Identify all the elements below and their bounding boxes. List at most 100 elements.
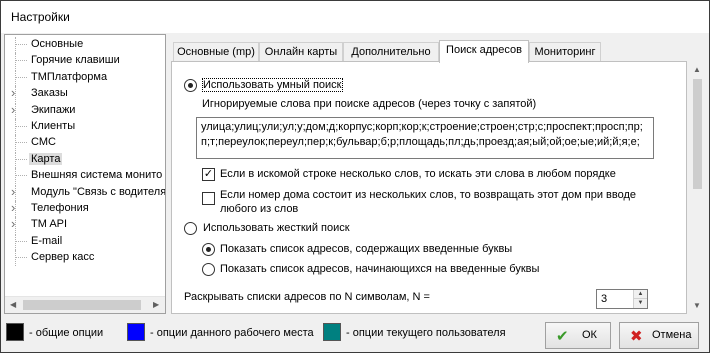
common-options-swatch xyxy=(6,323,24,341)
starts-with-radio[interactable] xyxy=(202,263,215,276)
strict-search-label: Использовать жесткий поиск xyxy=(203,222,350,234)
starts-with-label: Показать список адресов, начинающихся на… xyxy=(220,263,540,275)
checkmark-icon: ✔ xyxy=(556,328,569,345)
tree-connector xyxy=(15,151,16,168)
tab-online-maps[interactable]: Онлайн карты xyxy=(259,42,343,62)
tree-item-label: Основные xyxy=(31,38,84,50)
tree-connector xyxy=(15,240,27,242)
scroll-up-icon[interactable]: ▲ xyxy=(693,65,701,74)
tree-item[interactable]: › Заказы xyxy=(5,85,163,103)
contains-letters-radio[interactable] xyxy=(202,243,215,256)
expand-n-spinner[interactable]: 3 ▲ ▼ xyxy=(596,289,648,309)
user-options-label: - опции текущего пользователя xyxy=(346,327,506,339)
ok-button[interactable]: ✔ ОК xyxy=(545,322,611,349)
smart-search-label: Использовать умный поиск xyxy=(202,78,343,92)
tree-connector xyxy=(15,257,27,259)
expand-n-label: Раскрывать списки адресов по N символам,… xyxy=(184,291,430,303)
scroll-left-icon[interactable]: ◀ xyxy=(10,300,16,309)
settings-window: Настройки Основные Горячие клавиши ТМПлатф… xyxy=(0,0,710,353)
spinner-buttons: ▲ ▼ xyxy=(633,290,647,308)
tree-item-label: Экипажи xyxy=(31,103,76,116)
tree-item[interactable]: Сервер касс xyxy=(5,250,163,267)
content-vertical-scrollbar[interactable]: ▲ ▼ xyxy=(689,61,706,314)
expand-chevron-icon[interactable]: › xyxy=(11,101,16,117)
tree-item[interactable]: E-mail xyxy=(5,233,163,250)
tree-item[interactable]: › Телефония xyxy=(5,200,163,217)
tree-item[interactable]: Горячие клавиши xyxy=(5,53,163,70)
smart-search-radio[interactable] xyxy=(184,79,197,92)
tree-item-label: СМС xyxy=(31,136,56,149)
workplace-options-swatch xyxy=(127,323,145,341)
address-search-tab-content: Использовать умный поиск Игнорируемые сл… xyxy=(171,61,687,314)
tree-item-label: Горячие клавиши xyxy=(31,54,120,67)
tree-connector xyxy=(15,53,16,70)
tree-item[interactable]: ТМПлатформа xyxy=(5,69,163,86)
tab-additional[interactable]: Дополнительно xyxy=(343,42,439,62)
tree-item-label: E-mail xyxy=(31,234,63,247)
expand-chevron-icon[interactable]: › xyxy=(11,183,16,199)
vertical-scroll-thumb[interactable] xyxy=(693,79,702,189)
tree-connector xyxy=(15,233,16,250)
tree-connector xyxy=(15,44,27,45)
tree-connector xyxy=(15,119,16,135)
tree-item[interactable]: › Модуль "Связь с водителя xyxy=(5,183,166,201)
tree-item-label: TM API xyxy=(31,218,68,231)
tree-horizontal-scrollbar[interactable]: ◀ ▶ xyxy=(5,296,165,313)
tree-connector xyxy=(15,60,27,62)
expand-chevron-icon[interactable]: › xyxy=(11,85,16,101)
tree-connector xyxy=(15,142,27,144)
settings-tree: Основные Горячие клавиши ТМПлатформа › Заказ… xyxy=(4,34,166,314)
ignored-words-input[interactable]: улица;улиц;ули;ул;у;дом;д;корпус;корп;ко… xyxy=(196,117,654,159)
user-options-swatch xyxy=(323,323,341,341)
tree-item[interactable]: Клиенты xyxy=(5,119,163,135)
tree-item-label: Телефония xyxy=(31,202,89,214)
multi-words-label: Если в искомой строке несколько слов, то… xyxy=(220,168,616,180)
workplace-options-label: - опции данного рабочего места xyxy=(150,327,314,339)
contains-letters-label: Показать список адресов, содержащих введ… xyxy=(220,243,513,255)
tree-item-label: Сервер касс xyxy=(31,251,95,264)
tree-item-label: Заказы xyxy=(31,87,68,100)
house-number-label-line1: Если номер дома состоит из нескольких сл… xyxy=(220,189,637,201)
tree-item[interactable]: › TM API xyxy=(5,216,163,234)
tree-connector xyxy=(15,135,16,152)
house-number-label-line2: любого из слов xyxy=(220,203,299,215)
title-bar: Настройки xyxy=(1,1,709,33)
tree-item-label: Модуль "Связь с водителя xyxy=(31,185,166,198)
tree-item-label: Карта xyxy=(29,152,63,165)
strict-search-radio[interactable] xyxy=(184,222,197,235)
scroll-right-icon[interactable]: ▶ xyxy=(153,300,159,309)
expand-n-value[interactable]: 3 xyxy=(601,293,607,305)
tree-item-label: ТМПлатформа xyxy=(31,70,108,83)
tab-address-search[interactable]: Поиск адресов xyxy=(439,40,529,63)
tree-connector xyxy=(15,168,16,185)
tab-bar: Основные (mp) Онлайн карты Дополнительно… xyxy=(171,40,691,63)
tree-item-label: Клиенты xyxy=(31,120,76,132)
tree-connector xyxy=(15,158,27,160)
tree-item[interactable]: Карта xyxy=(5,151,163,168)
tree-connector xyxy=(15,69,16,86)
tree-item[interactable]: › Экипажи xyxy=(5,101,163,119)
settings-panel: Основные (mp) Онлайн карты Дополнительно… xyxy=(169,34,707,314)
tab-monitoring[interactable]: Мониторинг xyxy=(529,42,601,62)
tree-connector xyxy=(15,250,16,267)
scroll-thumb[interactable] xyxy=(23,300,141,310)
spin-up-icon[interactable]: ▲ xyxy=(634,290,647,299)
tree-item[interactable]: Внешняя система монито xyxy=(5,168,163,185)
tab-main-mp[interactable]: Основные (mp) xyxy=(173,42,259,62)
ignored-words-label: Игнорируемые слова при поиске адресов (ч… xyxy=(202,98,537,110)
house-number-checkbox[interactable] xyxy=(202,192,215,205)
scroll-down-icon[interactable]: ▼ xyxy=(693,301,701,310)
tree-connector xyxy=(15,37,16,53)
tree-connector xyxy=(15,175,27,177)
tree-connector xyxy=(15,126,27,127)
spin-down-icon[interactable]: ▼ xyxy=(634,299,647,308)
window-title: Настройки xyxy=(11,10,70,24)
cancel-label: Отмена xyxy=(652,329,692,341)
cancel-button[interactable]: ✖ Отмена xyxy=(619,322,699,349)
ok-label: ОК xyxy=(582,329,597,341)
expand-chevron-icon[interactable]: › xyxy=(11,200,16,215)
multi-words-checkbox[interactable]: ✓ xyxy=(202,168,215,181)
expand-chevron-icon[interactable]: › xyxy=(11,216,16,232)
tree-item[interactable]: Основные xyxy=(5,37,163,53)
tree-item[interactable]: СМС xyxy=(5,135,163,152)
